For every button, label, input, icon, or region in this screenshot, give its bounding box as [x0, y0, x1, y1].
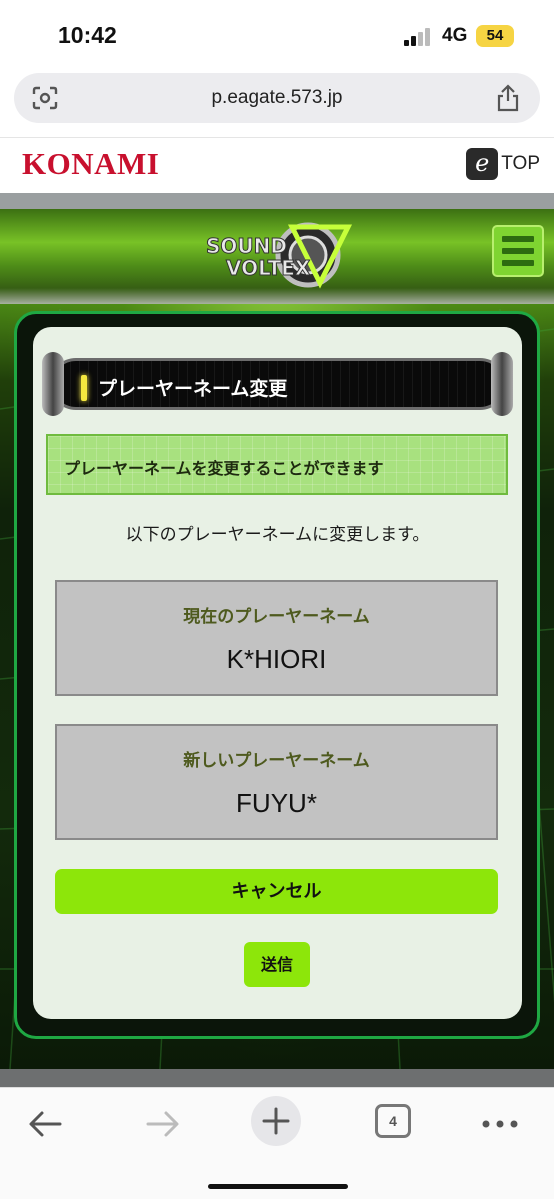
section-title: プレーヤーネーム変更	[42, 352, 513, 416]
clock: 10:42	[58, 22, 117, 48]
divider	[0, 193, 554, 209]
more-dots-icon[interactable]	[480, 1102, 520, 1146]
logo-text-sound: SOUND	[206, 234, 287, 258]
player-name-panel: プレーヤーネーム変更 プレーヤーネームを変更することができます 以下のプレーヤー…	[33, 327, 522, 1019]
site-header: KONAMI e TOP	[0, 137, 554, 193]
back-arrow-icon[interactable]	[26, 1102, 66, 1146]
url-text[interactable]: p.eagate.573.jp	[14, 87, 540, 109]
sound-voltex-logo[interactable]: SOUND VOLTEX	[196, 215, 356, 295]
cancel-button[interactable]: キャンセル	[55, 869, 498, 914]
eamusement-icon: e	[466, 148, 499, 180]
notice-text: プレーヤーネームを変更することができます	[64, 459, 384, 478]
address-bar[interactable]: p.eagate.573.jp	[14, 73, 540, 123]
status-bar: 10:42 4G 54	[0, 0, 554, 70]
current-name-box: 現在のプレーヤーネーム K*HIORI	[55, 580, 498, 696]
title-cap-left	[42, 352, 64, 416]
current-name-value: K*HIORI	[226, 644, 327, 674]
battery-indicator: 54	[476, 25, 514, 47]
network-type: 4G	[442, 25, 468, 46]
title-marker	[81, 375, 87, 401]
logo-text-voltex: VOLTEX	[226, 256, 311, 280]
title-bar: プレーヤーネーム変更	[50, 358, 506, 410]
notice-box: プレーヤーネームを変更することができます	[46, 434, 508, 495]
description-text: 以下のプレーヤーネームに変更します。	[125, 525, 430, 545]
top-link-label: TOP	[501, 153, 540, 174]
top-link[interactable]: e TOP	[466, 147, 540, 181]
page-title: プレーヤーネーム変更	[98, 378, 288, 400]
tab-count-button[interactable]: 4	[375, 1104, 411, 1138]
signal-icon	[404, 28, 434, 46]
forward-arrow-icon[interactable]	[142, 1102, 182, 1146]
plus-icon	[262, 1107, 290, 1135]
footer-strip	[0, 1069, 554, 1087]
new-tab-button[interactable]	[251, 1096, 301, 1146]
send-button[interactable]: 送信	[244, 942, 310, 987]
game-background: SOUND VOLTEX プレーヤーネーム変更 プレーヤーネームを変更することが…	[0, 209, 554, 1069]
new-name-label: 新しいプレーヤーネーム	[183, 751, 370, 771]
title-cap-right	[491, 352, 513, 416]
new-name-value: FUYU*	[236, 788, 317, 818]
current-name-label: 現在のプレーヤーネーム	[183, 607, 370, 627]
home-indicator	[208, 1184, 348, 1189]
hamburger-menu-icon[interactable]	[492, 225, 544, 277]
browser-toolbar: 4	[0, 1087, 554, 1199]
new-name-box: 新しいプレーヤーネーム FUYU*	[55, 724, 498, 840]
konami-logo[interactable]: KONAMI	[22, 146, 159, 182]
share-icon[interactable]	[496, 84, 520, 112]
